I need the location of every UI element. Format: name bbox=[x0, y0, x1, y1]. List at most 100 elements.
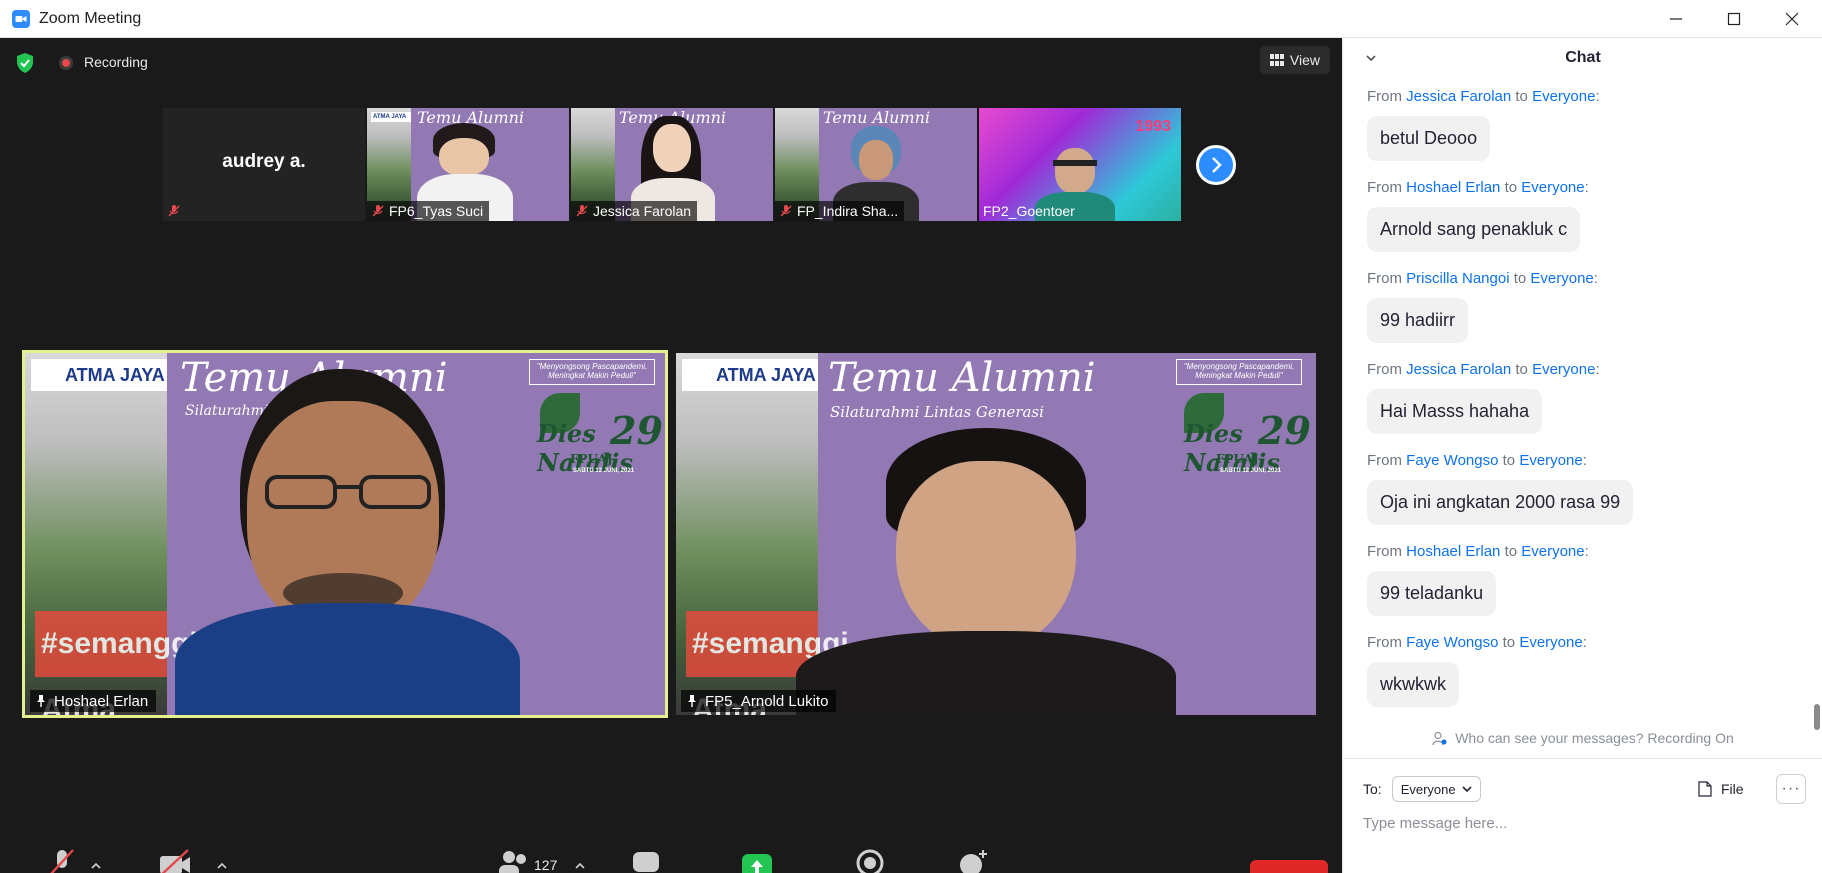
share-screen-button[interactable] bbox=[742, 852, 772, 873]
next-page-button[interactable] bbox=[1196, 145, 1236, 185]
close-icon bbox=[1785, 12, 1799, 26]
chat-message: From Hoshael Erlan to Everyone: Arnold s… bbox=[1367, 177, 1787, 268]
chat-message: From Faye Wongso to Everyone: Oja ini an… bbox=[1367, 450, 1787, 541]
mute-button[interactable] bbox=[48, 848, 76, 873]
chat-button[interactable] bbox=[632, 848, 660, 873]
sender-name[interactable]: Priscilla Nangoi bbox=[1406, 270, 1509, 287]
participant-tile[interactable]: Temu Alumni FP_Indira Sha... bbox=[775, 108, 977, 221]
participant-face bbox=[896, 461, 1076, 651]
close-button[interactable] bbox=[1763, 0, 1821, 38]
recipient-name[interactable]: Everyone bbox=[1519, 452, 1582, 469]
recipient-name[interactable]: Everyone bbox=[1519, 634, 1582, 651]
zoom-camera-icon bbox=[12, 9, 30, 28]
headset-icon bbox=[1053, 160, 1097, 166]
banner-motto: "Menyongsong Pascapandemi, Meningkat Mak… bbox=[529, 359, 655, 385]
participant-label bbox=[163, 201, 187, 221]
main-video-tile[interactable]: #semanggi Atma ATMA JAYA Temu Alumni Sil… bbox=[22, 350, 668, 718]
maximize-button[interactable] bbox=[1705, 0, 1763, 38]
participant-body bbox=[175, 603, 520, 715]
message-bubble: betul Deooo bbox=[1367, 116, 1491, 161]
stop-video-button[interactable] bbox=[158, 848, 192, 873]
banner-subtitle: Silaturahmi Lintas Generasi bbox=[830, 403, 1044, 421]
user-visibility-icon bbox=[1432, 731, 1447, 745]
participant-tile[interactable]: ATMA JAYA Temu Alumni FP6_Tyas Suci bbox=[367, 108, 569, 221]
more-options-button[interactable]: ··· bbox=[1776, 774, 1806, 804]
participants-options-chevron-icon[interactable] bbox=[574, 860, 586, 870]
recipient-name[interactable]: Everyone bbox=[1530, 270, 1593, 287]
maximize-icon bbox=[1727, 12, 1741, 26]
participant-label: Jessica Farolan bbox=[571, 201, 698, 221]
participant-label: FP2_Goentoer bbox=[979, 201, 1081, 221]
minimize-icon bbox=[1670, 18, 1682, 20]
participants-count: 127 bbox=[534, 857, 558, 873]
participant-name: Jessica Farolan bbox=[593, 203, 692, 219]
event-date: SABTU 12 JUNI, 2021 bbox=[573, 468, 635, 474]
message-header: From Faye Wongso to Everyone: bbox=[1367, 634, 1587, 651]
recipient-name[interactable]: Everyone bbox=[1521, 543, 1584, 560]
recipient-row: To: Everyone bbox=[1363, 776, 1481, 802]
glasses-icon bbox=[255, 475, 445, 509]
recipient-dropdown[interactable]: Everyone bbox=[1391, 776, 1481, 802]
sender-name[interactable]: Jessica Farolan bbox=[1406, 361, 1511, 378]
participant-face bbox=[859, 140, 893, 180]
brand-logo: ATMA JAYA bbox=[682, 359, 818, 391]
mic-muted-icon bbox=[576, 205, 588, 217]
file-button[interactable]: File bbox=[1698, 775, 1744, 803]
message-header: From Priscilla Nangoi to Everyone: bbox=[1367, 270, 1598, 287]
chevron-down-icon bbox=[1462, 786, 1472, 793]
sender-name[interactable]: Hoshael Erlan bbox=[1406, 543, 1500, 560]
security-shield-icon[interactable] bbox=[15, 52, 35, 74]
dies-org: FPUAJ bbox=[570, 452, 613, 466]
chat-message: From Jessica Farolan to Everyone: Hai Ma… bbox=[1367, 359, 1787, 450]
chat-scrollbar[interactable] bbox=[1814, 90, 1820, 730]
recipient-name[interactable]: Everyone bbox=[1532, 88, 1595, 105]
sender-name[interactable]: Jessica Farolan bbox=[1406, 88, 1511, 105]
message-bubble: Hai Masss hahaha bbox=[1367, 389, 1543, 434]
message-bubble: Arnold sang penakluk c bbox=[1367, 207, 1581, 252]
brand-logo: ATMA JAYA bbox=[31, 359, 167, 391]
end-meeting-button[interactable] bbox=[1250, 860, 1328, 873]
record-button[interactable] bbox=[855, 848, 885, 873]
file-icon bbox=[1698, 781, 1712, 797]
main-video-tile[interactable]: #semanggi Atma ATMA JAYA Temu Alumni Sil… bbox=[676, 353, 1316, 715]
recording-indicator-icon bbox=[59, 56, 73, 70]
audio-options-chevron-icon[interactable] bbox=[90, 860, 102, 870]
privacy-notice[interactable]: Who can see your messages? Recording On bbox=[1343, 726, 1822, 750]
chat-message-input[interactable] bbox=[1363, 811, 1793, 835]
video-options-chevron-icon[interactable] bbox=[216, 860, 228, 870]
dies-number: 29 bbox=[610, 408, 663, 453]
to-label: To: bbox=[1363, 781, 1382, 797]
participant-label: FP5_Arnold Lukito bbox=[681, 690, 837, 712]
chat-message-list: From Jessica Farolan to Everyone: betul … bbox=[1367, 86, 1787, 723]
view-button[interactable]: View bbox=[1259, 46, 1330, 74]
participants-button[interactable] bbox=[498, 848, 530, 873]
pin-icon bbox=[37, 695, 45, 707]
recipient-name[interactable]: Everyone bbox=[1532, 361, 1595, 378]
participant-tile[interactable]: Temu Alumni Jessica Farolan bbox=[571, 108, 773, 221]
participant-name: FP2_Goentoer bbox=[983, 203, 1075, 219]
message-header: From Jessica Farolan to Everyone: bbox=[1367, 361, 1600, 378]
chat-title: Chat bbox=[1565, 49, 1601, 66]
meeting-area: Recording View audrey a. ATMA JAYA Temu … bbox=[0, 38, 1342, 873]
sender-name[interactable]: Faye Wongso bbox=[1406, 452, 1498, 469]
sender-name[interactable]: Faye Wongso bbox=[1406, 634, 1498, 651]
recipient-name[interactable]: Everyone bbox=[1521, 179, 1584, 196]
dies-number: 29 bbox=[1258, 408, 1311, 453]
reactions-button[interactable] bbox=[957, 848, 989, 873]
sender-name[interactable]: Hoshael Erlan bbox=[1406, 179, 1500, 196]
participant-tile[interactable]: 1993 FP2_Goentoer bbox=[979, 108, 1181, 221]
dies-org: FPUAJ bbox=[1216, 452, 1259, 466]
participant-placeholder-name: audrey a. bbox=[222, 151, 306, 172]
participant-name: Hoshael Erlan bbox=[54, 692, 149, 710]
chevron-right-icon bbox=[1212, 157, 1222, 173]
year-badge: 1993 bbox=[1135, 118, 1171, 135]
minimize-button[interactable] bbox=[1647, 0, 1705, 38]
recipient-value: Everyone bbox=[1400, 781, 1456, 797]
mic-muted-icon bbox=[372, 205, 384, 217]
message-bubble: 99 hadiirr bbox=[1367, 298, 1469, 343]
banner-title: Temu Alumni bbox=[828, 355, 1096, 401]
privacy-notice-text: Who can see your messages? Recording On bbox=[1455, 730, 1734, 746]
participant-body bbox=[796, 631, 1176, 715]
participant-tile[interactable]: audrey a. bbox=[163, 108, 365, 221]
grid-view-icon bbox=[1269, 54, 1284, 66]
